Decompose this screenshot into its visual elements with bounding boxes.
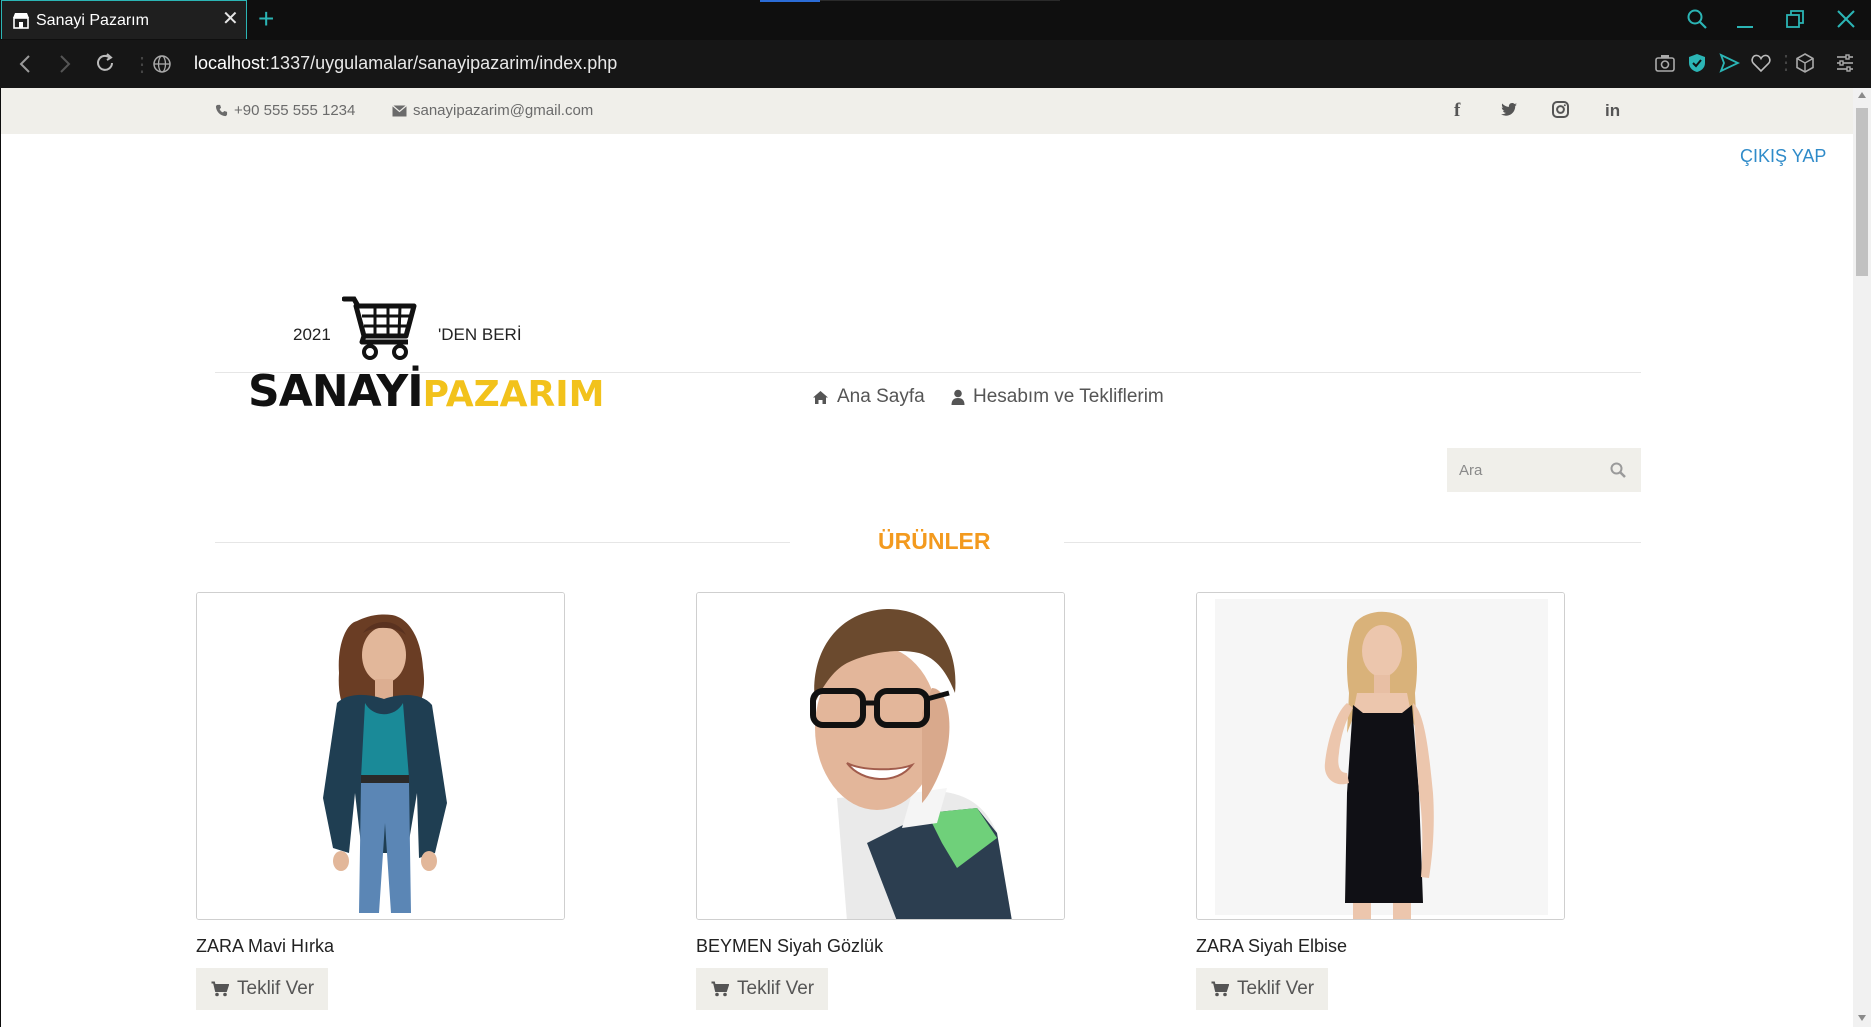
offer-button[interactable]: Teklif Ver — [196, 968, 328, 1010]
separator-dots-2: ⋮ — [1776, 52, 1796, 74]
shopping-cart-icon — [342, 296, 417, 360]
tab-strip: Sanayi Pazarım ✕ + — [0, 0, 1871, 40]
store-icon — [13, 13, 29, 29]
phone-icon — [215, 104, 228, 117]
separator-dots: ⋮ — [132, 54, 152, 76]
section-divider-left — [215, 542, 790, 543]
section-title: ÜRÜNLER — [878, 528, 991, 554]
minimize-icon[interactable] — [1734, 8, 1756, 30]
logout-link[interactable]: ÇIKIŞ YAP — [1740, 146, 1826, 167]
offer-button[interactable]: Teklif Ver — [1196, 968, 1328, 1010]
nav-divider — [215, 372, 1641, 373]
restore-icon[interactable] — [1784, 8, 1806, 30]
tab-title: Sanayi Pazarım — [36, 12, 149, 29]
email-contact: sanayipazarim@gmail.com — [392, 102, 593, 119]
contact-topbar: +90 555 555 1234 sanayipazarim@gmail.com… — [1, 88, 1853, 134]
globe-icon — [153, 55, 171, 73]
offer-button-label: Teklif Ver — [1237, 978, 1315, 999]
phone-number: +90 555 555 1234 — [234, 102, 356, 119]
site-logo[interactable]: 2021 'DEN BERİ SANAYİPAZARIM — [245, 206, 625, 417]
scroll-up-icon[interactable] — [1858, 92, 1866, 98]
envelope-icon — [392, 104, 407, 116]
cart-icon — [211, 981, 229, 997]
url-host: localhost — [194, 53, 266, 73]
browser-tab[interactable]: Sanayi Pazarım ✕ — [1, 0, 247, 39]
heart-icon[interactable] — [1750, 52, 1772, 74]
home-icon — [813, 390, 828, 404]
camera-icon[interactable] — [1654, 52, 1676, 74]
product-photo-man-glasses — [697, 593, 1064, 919]
address-bar: ⋮ localhost:1337/uygulamalar/sanayipazar… — [0, 40, 1871, 88]
search-icon[interactable] — [1609, 461, 1627, 479]
product-image[interactable] — [696, 592, 1065, 920]
logo-word-pazarim: PAZARIM — [422, 374, 605, 415]
page-scrollbar[interactable] — [1853, 88, 1871, 1027]
tab-indicator-track — [820, 0, 1060, 1]
offer-button-label: Teklif Ver — [737, 978, 815, 999]
page-viewport: +90 555 555 1234 sanayipazarim@gmail.com… — [1, 88, 1853, 1027]
url-path: :1337/uygulamalar/sanayipazarim/index.ph… — [265, 53, 618, 73]
logo-wordmark: SANAYİPAZARIM — [248, 366, 605, 417]
search-box — [1447, 448, 1641, 492]
linkedin-icon[interactable]: in — [1605, 101, 1620, 121]
search-icon[interactable] — [1686, 8, 1708, 30]
nav-home-label: Ana Sayfa — [837, 386, 925, 407]
product-photo-woman-black-dress — [1197, 593, 1564, 919]
send-icon[interactable] — [1718, 52, 1740, 74]
email-address: sanayipazarim@gmail.com — [413, 102, 594, 119]
logo-word-sanayi: SANAYİ — [248, 366, 424, 417]
scroll-down-icon[interactable] — [1858, 1015, 1866, 1021]
new-tab-icon[interactable]: + — [258, 5, 274, 33]
product-name[interactable]: ZARA Siyah Elbise — [1196, 936, 1347, 957]
back-icon[interactable] — [16, 53, 36, 75]
close-window-icon[interactable] — [1835, 8, 1857, 30]
url-field[interactable]: localhost:1337/uygulamalar/sanayipazarim… — [194, 53, 617, 74]
product-image[interactable] — [196, 592, 565, 920]
product-photo-woman-cardigan — [197, 593, 564, 919]
facebook-icon[interactable]: f — [1454, 100, 1460, 122]
browser-window: Sanayi Pazarım ✕ + ⋮ localhost:1337/uygu… — [0, 0, 1871, 1027]
phone-contact: +90 555 555 1234 — [215, 102, 355, 119]
cube-icon[interactable] — [1794, 52, 1816, 74]
scrollbar-thumb[interactable] — [1856, 108, 1868, 276]
nav-account[interactable]: Hesabım ve Tekliflerim — [951, 386, 1164, 408]
offer-button-label: Teklif Ver — [237, 978, 315, 999]
logo-since: 'DEN BERİ — [438, 325, 522, 344]
tab-indicator — [760, 0, 820, 2]
nav-account-label: Hesabım ve Tekliflerim — [973, 386, 1164, 407]
product-image[interactable] — [1196, 592, 1565, 920]
product-name[interactable]: ZARA Mavi Hırka — [196, 936, 334, 957]
offer-button[interactable]: Teklif Ver — [696, 968, 828, 1010]
forward-icon[interactable] — [54, 53, 74, 75]
section-divider-right — [1064, 542, 1641, 543]
close-tab-icon[interactable]: ✕ — [222, 9, 239, 29]
twitter-icon[interactable] — [1500, 102, 1518, 118]
shield-icon[interactable] — [1686, 52, 1708, 74]
reload-icon[interactable] — [94, 52, 116, 74]
cart-icon — [711, 981, 729, 997]
nav-home[interactable]: Ana Sayfa — [812, 386, 925, 408]
cart-icon — [1211, 981, 1229, 997]
logo-year: 2021 — [293, 325, 331, 344]
instagram-icon[interactable] — [1552, 101, 1569, 118]
settings-sliders-icon[interactable] — [1834, 52, 1856, 74]
product-name[interactable]: BEYMEN Siyah Gözlük — [696, 936, 883, 957]
user-icon — [951, 389, 965, 405]
